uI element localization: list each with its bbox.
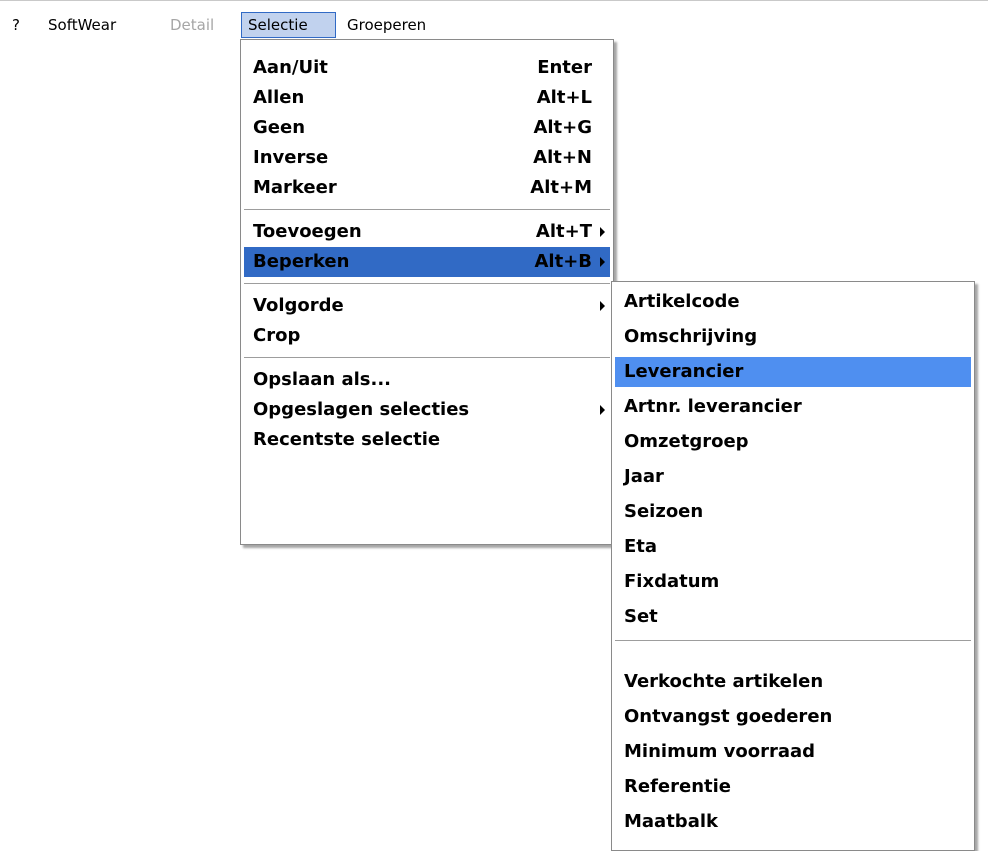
beperken-submenu: Artikelcode Omschrijving Leverancier Art… — [611, 281, 975, 851]
submenu-item-minimum-voorraad[interactable]: Minimum voorraad — [615, 737, 971, 767]
menu-item-label: Markeer — [253, 177, 337, 198]
submenu-item-maatbalk[interactable]: Maatbalk — [615, 807, 971, 837]
menu-item-label: Seizoen — [624, 501, 704, 522]
menu-item-label: Toevoegen — [253, 221, 362, 242]
menu-item-label: Aan/Uit — [253, 57, 328, 78]
submenu-item-fixdatum[interactable]: Fixdatum — [615, 567, 971, 597]
menu-item-opgeslagen-selecties[interactable]: Opgeslagen selecties — [244, 395, 610, 425]
menu-item-shortcut: Alt+G — [533, 117, 592, 138]
menubar-help[interactable]: ? — [6, 12, 26, 38]
menu-item-beperken[interactable]: Beperken Alt+B — [244, 247, 610, 277]
menu-item-label: Fixdatum — [624, 571, 720, 592]
submenu-item-eta[interactable]: Eta — [615, 532, 971, 562]
menu-item-label: Ontvangst goederen — [624, 706, 833, 727]
menu-item-label: Leverancier — [624, 361, 744, 382]
menu-item-shortcut: Alt+N — [533, 147, 592, 168]
menu-item-label: Artnr. leverancier — [624, 396, 802, 417]
menu-item-label: Eta — [624, 536, 658, 557]
menu-item-label: Geen — [253, 117, 306, 138]
menu-item-label: Volgorde — [253, 295, 344, 316]
submenu-arrow-icon — [600, 257, 605, 267]
menu-item-shortcut: Alt+B — [534, 251, 592, 272]
menu-item-label: Inverse — [253, 147, 329, 168]
menu-item-label: Omschrijving — [624, 326, 758, 347]
menubar-detail: Detail — [170, 16, 215, 34]
menu-item-shortcut: Alt+L — [536, 87, 592, 108]
menu-item-label: Maatbalk — [624, 811, 718, 832]
menu-item-label: Omzetgroep — [624, 431, 749, 452]
submenu-item-set[interactable]: Set — [615, 602, 971, 632]
menu-item-label: Beperken — [253, 251, 350, 272]
submenu-item-ontvangst-goederen[interactable]: Ontvangst goederen — [615, 702, 971, 732]
menu-item-toevoegen[interactable]: Toevoegen Alt+T — [244, 217, 610, 247]
menu-item-label: Referentie — [624, 776, 731, 797]
submenu-item-artikelcode[interactable]: Artikelcode — [615, 287, 971, 317]
menu-item-shortcut: Alt+M — [530, 177, 592, 198]
selectie-menu: Aan/Uit Enter Allen Alt+L Geen Alt+G Inv… — [240, 39, 614, 545]
submenu-item-verkochte-artikelen[interactable]: Verkochte artikelen — [615, 667, 971, 697]
menu-item-label: Opslaan als... — [253, 369, 391, 390]
menu-bar: ? SoftWear Detail Selectie Groeperen — [0, 0, 988, 40]
menubar-softwear[interactable]: SoftWear — [42, 12, 122, 38]
submenu-item-artnr-leverancier[interactable]: Artnr. leverancier — [615, 392, 971, 422]
menu-item-label: Artikelcode — [624, 291, 740, 312]
menu-item-recentste-selectie[interactable]: Recentste selectie — [244, 425, 610, 455]
menu-item-label: Recentste selectie — [253, 429, 441, 450]
menu-item-aan-uit[interactable]: Aan/Uit Enter — [244, 53, 610, 83]
menu-item-shortcut: Alt+T — [535, 221, 592, 242]
menubar-groeperen[interactable]: Groeperen — [341, 12, 432, 38]
submenu-item-omzetgroep[interactable]: Omzetgroep — [615, 427, 971, 457]
submenu-item-referentie[interactable]: Referentie — [615, 772, 971, 802]
menu-separator — [244, 283, 610, 287]
menu-separator — [244, 357, 610, 361]
menu-item-volgorde[interactable]: Volgorde — [244, 291, 610, 321]
menu-item-markeer[interactable]: Markeer Alt+M — [244, 173, 610, 203]
submenu-arrow-icon — [600, 405, 605, 415]
menu-item-label: Crop — [253, 325, 301, 346]
menu-separator — [615, 640, 971, 644]
submenu-arrow-icon — [600, 227, 605, 237]
submenu-arrow-icon — [600, 301, 605, 311]
menu-separator — [244, 209, 610, 213]
menubar-selectie[interactable]: Selectie — [241, 12, 336, 38]
submenu-item-seizoen[interactable]: Seizoen — [615, 497, 971, 527]
submenu-item-jaar[interactable]: Jaar — [615, 462, 971, 492]
menu-item-label: Verkochte artikelen — [624, 671, 824, 692]
menu-item-opslaan-als[interactable]: Opslaan als... — [244, 365, 610, 395]
menu-item-crop[interactable]: Crop — [244, 321, 610, 351]
menu-item-label: Minimum voorraad — [624, 741, 816, 762]
menu-item-inverse[interactable]: Inverse Alt+N — [244, 143, 610, 173]
menu-item-label: Opgeslagen selecties — [253, 399, 470, 420]
menu-item-allen[interactable]: Allen Alt+L — [244, 83, 610, 113]
menu-item-shortcut: Enter — [537, 57, 592, 78]
menu-item-label: Jaar — [624, 466, 664, 487]
submenu-item-omschrijving[interactable]: Omschrijving — [615, 322, 971, 352]
menu-item-geen[interactable]: Geen Alt+G — [244, 113, 610, 143]
menu-item-label: Allen — [253, 87, 305, 108]
menu-item-label: Set — [624, 606, 658, 627]
submenu-item-leverancier[interactable]: Leverancier — [615, 357, 971, 387]
